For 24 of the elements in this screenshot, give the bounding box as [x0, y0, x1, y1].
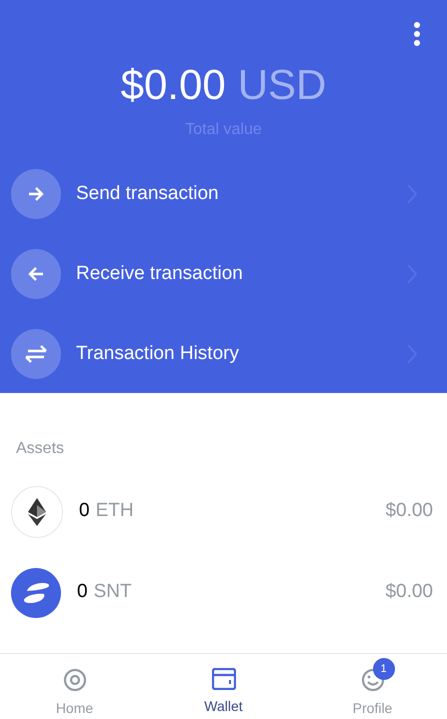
nav-tab[interactable]: Wallet [149, 654, 298, 719]
nav-tab[interactable]: 1 Profile [298, 654, 447, 719]
target-icon [62, 668, 86, 692]
section-title: Assets [16, 440, 64, 457]
token-amount: 0 [79, 499, 90, 524]
token-symbol: ETH [96, 499, 135, 524]
left-arrow-icon [28, 267, 44, 281]
notification-badge: 1 [372, 658, 394, 680]
token-amount: 0 [77, 580, 88, 604]
menu-icon[interactable] [413, 22, 421, 46]
token-logo [11, 486, 63, 538]
right-arrow-icon [28, 187, 44, 201]
action-link[interactable]: Receive transaction [76, 260, 407, 288]
action-link[interactable]: Transaction History [76, 340, 407, 368]
balance-currency: USD [238, 64, 326, 106]
balance-amount: $0.00 [120, 64, 226, 106]
nav-tab[interactable]: Home [0, 654, 149, 719]
token-value: $0.00 [385, 580, 433, 604]
wallet-icon [212, 668, 236, 690]
action-link[interactable]: Send transaction [76, 180, 407, 208]
token-value: $0.00 [385, 499, 433, 524]
token-symbol: SNT [94, 580, 133, 604]
swap-arrows-icon [24, 345, 48, 363]
token-logo [11, 568, 61, 618]
